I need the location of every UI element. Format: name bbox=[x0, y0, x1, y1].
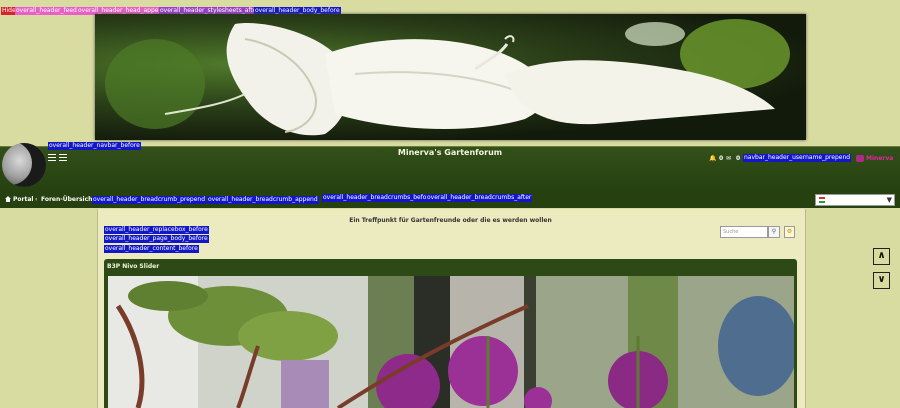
flag-icon bbox=[819, 197, 825, 203]
bell-icon[interactable]: 🔔 bbox=[709, 155, 716, 162]
debug-tag-content-before: overall_header_content_before bbox=[104, 245, 199, 253]
debug-tag-replacebox-before: overall_header_replacebox_before bbox=[104, 226, 209, 234]
message-count[interactable]: 0 bbox=[736, 155, 740, 162]
debug-tag-page-body-before: overall_header_page_body_before bbox=[104, 235, 209, 243]
gear-icon[interactable]: ⚙ bbox=[784, 226, 795, 238]
search-input[interactable]: Suche bbox=[720, 226, 768, 238]
header-banner[interactable] bbox=[95, 14, 806, 140]
debug-tag-breadcrumb-append: overall_header_breadcrumb_append bbox=[207, 196, 319, 204]
avatar[interactable] bbox=[856, 155, 864, 162]
language-select[interactable]: ▼ bbox=[815, 194, 895, 206]
chevron-up-icon[interactable]: ∧ bbox=[873, 248, 890, 265]
debug-tag-username-prepend: navbar_header_username_prepend bbox=[743, 154, 852, 162]
username-link[interactable]: Minerva bbox=[866, 155, 893, 162]
slider-title: B3P Nivo Slider bbox=[107, 263, 160, 270]
debug-tag-breadcrumbs-after: overall_header_breadcrumbs_after bbox=[426, 194, 533, 202]
breadcrumb-separator-icon: ‹ bbox=[35, 196, 38, 203]
breadcrumb-portal[interactable]: Portal bbox=[13, 196, 33, 203]
banner-flower-image bbox=[105, 19, 790, 136]
search-icon[interactable]: ⚲ bbox=[768, 226, 780, 238]
envelope-icon[interactable]: ✉ bbox=[726, 155, 731, 162]
breadcrumb-forum-index[interactable]: Foren-Übersicht bbox=[41, 196, 95, 203]
slider-image[interactable] bbox=[108, 276, 794, 408]
debug-tag-breadcrumbs-before: overall_header_breadcrumbs_before bbox=[322, 194, 434, 202]
notification-count[interactable]: 0 bbox=[719, 155, 723, 162]
chevron-down-icon: ▼ bbox=[886, 196, 892, 204]
home-icon[interactable] bbox=[5, 196, 11, 202]
debug-tag-feeds: overall_header_feeds bbox=[15, 7, 81, 15]
debug-tag-breadcrumb-prepend: overall_header_breadcrumb_prepend bbox=[92, 196, 207, 204]
site-tagline: Ein Treffpunkt für Gartenfreunde oder di… bbox=[349, 217, 552, 224]
chevron-down-icon[interactable]: ∨ bbox=[873, 272, 890, 289]
slider-flower-photo bbox=[108, 276, 794, 408]
